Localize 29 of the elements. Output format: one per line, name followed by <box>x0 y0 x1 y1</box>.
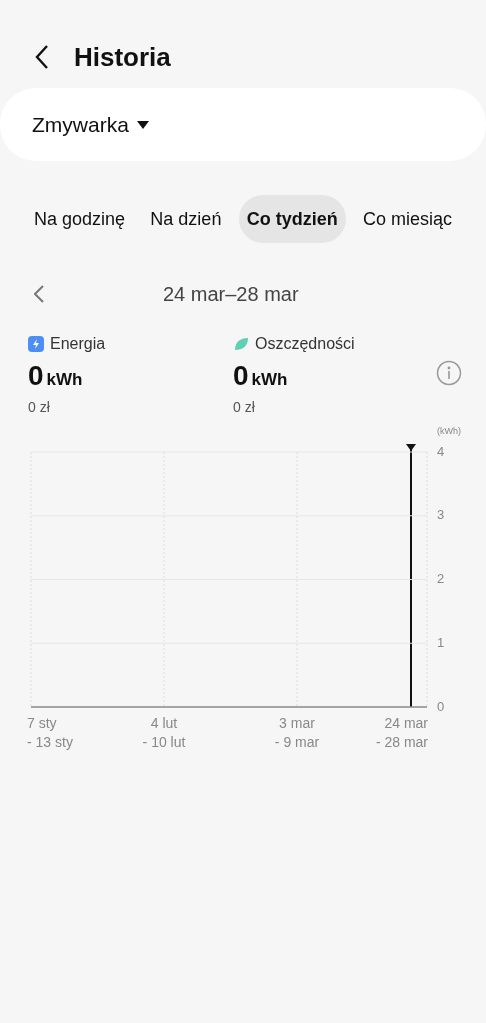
stat-unit: kWh <box>251 369 288 391</box>
y-tick-label: 4 <box>437 444 445 458</box>
device-selector[interactable]: Zmywarka <box>0 88 486 161</box>
stat-value: 0 <box>233 360 249 392</box>
period-tab[interactable]: Na dzień <box>142 195 230 243</box>
stat-value: 0 <box>28 360 44 392</box>
period-tab[interactable]: Co miesiąc <box>354 195 460 243</box>
page-title: Historia <box>74 40 171 74</box>
y-tick-label: 3 <box>437 508 445 522</box>
period-tab[interactable]: Na godzinę <box>26 195 134 243</box>
leaf-icon <box>233 336 249 352</box>
stat-label: Energia <box>50 334 106 354</box>
x-tick-label: 7 sty - 13 sty <box>27 713 73 752</box>
x-tick-label: 4 lut - 10 lut <box>141 713 187 752</box>
info-icon[interactable] <box>436 360 462 386</box>
lightning-icon <box>28 336 44 352</box>
dropdown-caret-icon <box>136 120 149 129</box>
y-tick-label: 2 <box>437 572 445 585</box>
period-tab[interactable]: Co tydzień <box>238 195 346 243</box>
x-tick-label: 24 mar - 28 mar <box>375 713 428 752</box>
stat-cost: 0 zł <box>28 397 51 417</box>
stat-cost: 0 zł <box>233 397 256 417</box>
period-label: 24 mar–28 mar <box>163 282 299 307</box>
x-tick-label: 3 mar - 9 mar <box>273 713 321 752</box>
stat-label: Oszczędności <box>255 334 355 354</box>
y-tick-label: 0 <box>437 699 445 713</box>
axis-unit: (kWh) <box>437 424 461 438</box>
stat-unit: kWh <box>46 369 83 391</box>
y-tick-label: 1 <box>437 635 445 649</box>
